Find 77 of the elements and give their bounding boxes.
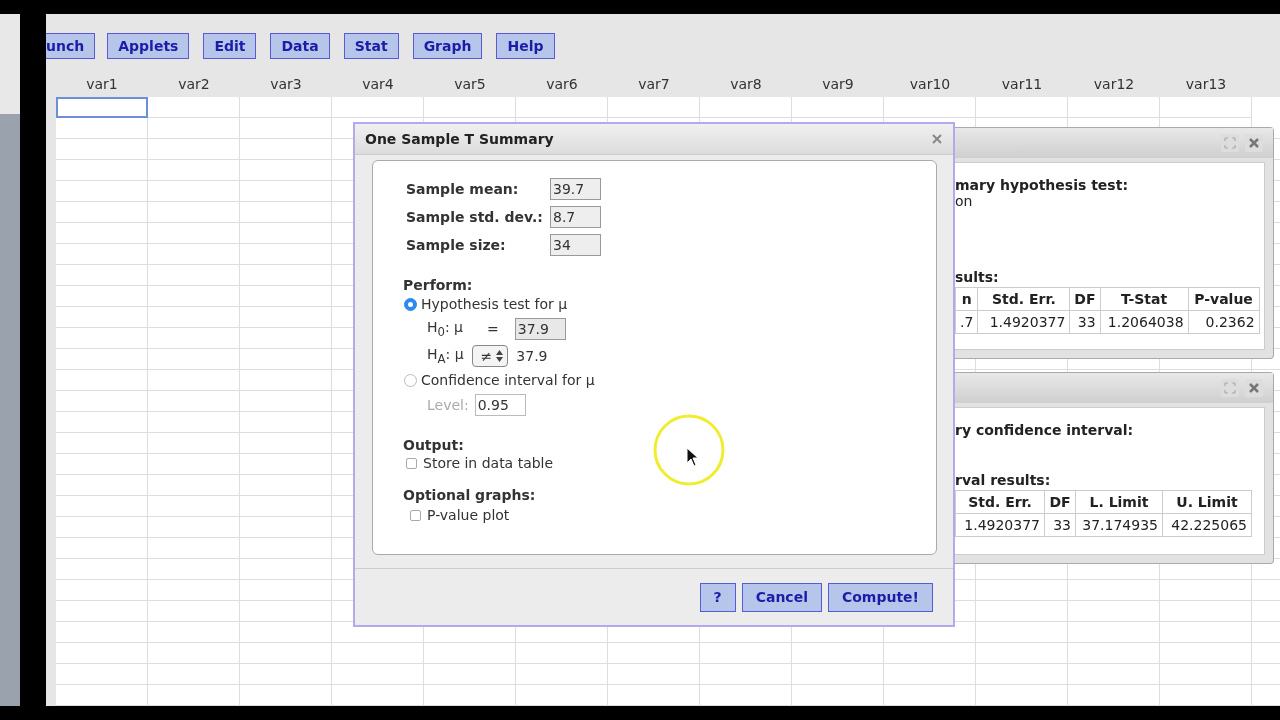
hypothesis-label: H$_{0}$: μ (427, 318, 465, 339)
column-header[interactable]: var3 (240, 72, 332, 97)
menu-button[interactable]: Stat (343, 33, 399, 59)
column-header[interactable]: var11 (976, 72, 1068, 97)
checkbox[interactable] (406, 457, 417, 469)
results-subheading: sults: (955, 269, 1000, 285)
level-label: Level: (427, 397, 469, 413)
close-icon[interactable] (1245, 379, 1263, 397)
menu-button[interactable]: unch (46, 33, 96, 59)
table-cell: 33 (1044, 513, 1076, 537)
column-header: T-Stat (1100, 287, 1189, 311)
column-header[interactable]: var8 (700, 72, 792, 97)
results-text: on (955, 193, 974, 209)
dialog-button[interactable]: Compute! (827, 582, 933, 612)
input-field[interactable]: 39.7 (550, 178, 601, 200)
column-header[interactable]: var10 (884, 72, 976, 97)
column-header[interactable]: var13 (1160, 72, 1252, 97)
column-header: Std. Err. (955, 490, 1045, 514)
column-header[interactable]: var2 (148, 72, 240, 97)
checkbox-label: Store in data table (423, 455, 554, 471)
table-cell[interactable] (56, 97, 148, 118)
checkbox[interactable] (410, 509, 421, 521)
field-label: Sample mean: (406, 181, 520, 197)
table-cell: 37.174935 (1075, 513, 1163, 537)
table-cell: 1.4920377 (977, 310, 1070, 334)
section-heading: Optional graphs: (403, 487, 537, 503)
column-header[interactable]: var6 (516, 72, 608, 97)
dialog-title: One Sample T Summary (365, 131, 554, 147)
expand-icon[interactable] (1221, 379, 1239, 397)
close-icon[interactable] (1245, 134, 1263, 152)
updown-arrows-icon (496, 349, 504, 362)
table-cell: 42.225065 (1162, 513, 1252, 537)
field-label: Sample size: (406, 237, 507, 253)
table-cell: 0.2362 (1188, 310, 1260, 334)
column-header: DF (1069, 287, 1101, 311)
dialog-button[interactable]: Cancel (741, 582, 822, 612)
input-field[interactable]: 34 (550, 234, 601, 256)
section-heading: Perform: (403, 277, 474, 293)
expand-icon[interactable] (1221, 134, 1239, 152)
column-header: P-value (1188, 287, 1260, 311)
menu-button[interactable]: Data (270, 33, 330, 59)
table-cell: 1.2064038 (1100, 310, 1189, 334)
results-heading: ry confidence interval: (955, 422, 1135, 438)
table-cell: 33 (1069, 310, 1101, 334)
menu-button[interactable]: Applets (107, 33, 190, 59)
menu-button[interactable]: Edit (203, 33, 257, 59)
menu-button[interactable]: Help (496, 33, 555, 59)
menu-button[interactable]: Graph (412, 33, 483, 59)
column-header: Std. Err. (977, 287, 1070, 311)
section-heading: Output: (403, 437, 465, 453)
column-header: L. Limit (1075, 490, 1163, 514)
checkbox-label: P-value plot (427, 507, 510, 523)
input-field[interactable]: 37.9 (514, 317, 566, 340)
results-heading: mary hypothesis test: (955, 177, 1129, 193)
column-header[interactable]: var4 (332, 72, 424, 97)
radio-label[interactable]: Confidence interval for μ (421, 372, 595, 388)
column-header: n (955, 287, 978, 311)
column-header[interactable]: var1 (56, 72, 148, 97)
field-label: Sample std. dev.: (406, 209, 544, 225)
hypothesis-value: 37.9 (516, 347, 548, 364)
column-header[interactable]: var7 (608, 72, 700, 97)
column-header: U. Limit (1162, 490, 1252, 514)
close-icon[interactable] (931, 133, 943, 145)
radio-label[interactable]: Hypothesis test for μ (421, 296, 568, 312)
input-field[interactable]: 8.7 (550, 206, 601, 228)
column-header[interactable]: var9 (792, 72, 884, 97)
operator-label: = (487, 320, 499, 337)
operator-dropdown[interactable]: ≠ (471, 344, 509, 367)
radio-button[interactable] (404, 373, 417, 387)
dialog-button[interactable]: ? (699, 582, 736, 612)
column-header: DF (1044, 490, 1076, 514)
cursor-icon (652, 413, 726, 487)
column-header[interactable]: var12 (1068, 72, 1160, 97)
hypothesis-label: H$_{A}$: μ (427, 345, 464, 366)
radio-button[interactable] (404, 297, 417, 311)
results-subheading: rval results: (955, 472, 1052, 488)
column-header[interactable]: var5 (424, 72, 516, 97)
